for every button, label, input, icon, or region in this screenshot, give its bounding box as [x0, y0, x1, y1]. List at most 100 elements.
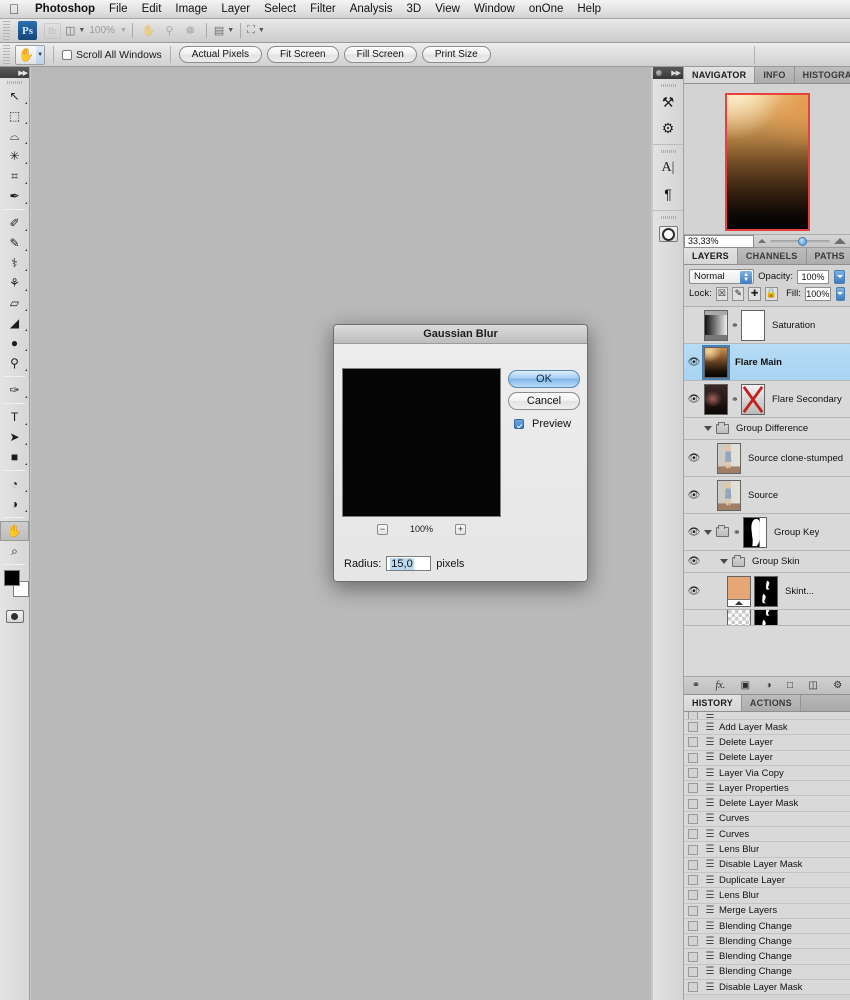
brush-tool[interactable]: ✎ — [0, 233, 29, 253]
layer-row[interactable]: 👁 Skint... — [684, 573, 850, 610]
layer-link-icon[interactable]: ⚭ — [731, 394, 739, 405]
icon-strip-header[interactable]: ▶▶ — [653, 67, 683, 79]
radius-input[interactable]: 15,0 — [386, 556, 432, 571]
tab-paths[interactable]: PATHS — [806, 248, 850, 264]
history-snapshot-checkbox[interactable] — [684, 842, 701, 856]
tab-info[interactable]: INFO — [755, 67, 795, 83]
link-layers-icon[interactable]: ⚭ — [692, 680, 700, 691]
layer-row[interactable]: 👁 Source — [684, 477, 850, 514]
history-item[interactable]: ☰ Add Layer Mask — [684, 720, 850, 736]
menu-view[interactable]: View — [428, 1, 467, 18]
group-disclosure-triangle-icon[interactable] — [704, 426, 712, 431]
history-snapshot-checkbox[interactable] — [684, 781, 701, 795]
bridge-icon[interactable]: Br — [44, 22, 61, 39]
layer-thumbnail[interactable] — [704, 383, 728, 415]
3d-object-rotate-tool[interactable]: ◔ — [0, 474, 29, 494]
eraser-tool[interactable]: ▱ — [0, 293, 29, 313]
history-list[interactable]: ☰ ☰ Add Layer Mask ☰ Delete Layer ☰ Delete Lay… — [684, 712, 850, 996]
appbar-grip[interactable] — [3, 20, 10, 41]
layer-thumbnail[interactable] — [727, 610, 751, 625]
fill-screen-button[interactable]: Fill Screen — [343, 46, 417, 63]
layer-visibility-icon[interactable]: 👁 — [684, 477, 704, 513]
history-item[interactable]: ☰ Curves — [684, 812, 850, 828]
paragraph-panel-icon[interactable]: ¶ — [653, 181, 683, 207]
camera-raw-panel-icon[interactable] — [653, 221, 683, 247]
navigator-preview-area[interactable] — [684, 84, 850, 234]
history-item[interactable]: ☰ Delete Layer — [684, 735, 850, 751]
history-snapshot-checkbox[interactable] — [684, 980, 701, 994]
dodge-tool[interactable]: ⚲ — [0, 353, 29, 373]
layer-group-row[interactable]: 👁 Group Skin — [684, 551, 850, 573]
history-snapshot-checkbox[interactable] — [684, 858, 701, 872]
toolbox-collapse-bar[interactable]: ▶▶ — [0, 67, 29, 78]
fit-screen-button[interactable]: Fit Screen — [267, 46, 339, 63]
history-brush-tool[interactable]: ⚘ — [0, 273, 29, 293]
screen-mode-icon[interactable]: ▤ ▼ — [214, 21, 234, 40]
layer-mask-thumbnail[interactable] — [754, 575, 778, 607]
history-snapshot-checkbox[interactable] — [684, 796, 701, 810]
appbar-zoom-level[interactable]: 100% — [89, 25, 115, 36]
layer-visibility-icon[interactable]: 👁 — [684, 381, 704, 417]
fill-chevron-down-icon[interactable] — [835, 286, 845, 301]
history-item[interactable]: ☰ Disable Layer Mask — [684, 858, 850, 873]
layer-thumbnail[interactable] — [727, 575, 751, 607]
history-item[interactable]: ☰ Curves — [684, 827, 850, 843]
adjustments-panel-icon[interactable]: ⚙ — [653, 115, 683, 141]
layer-row[interactable]: ⚭ Saturation — [684, 307, 850, 344]
layer-mask-thumbnail[interactable] — [754, 610, 778, 625]
navigator-zoom-field[interactable]: 33,33% — [684, 234, 754, 248]
layer-link-icon[interactable]: ⚭ — [733, 527, 741, 538]
history-snapshot-checkbox[interactable] — [684, 904, 701, 918]
preview-zoom-out-button[interactable]: − — [376, 523, 388, 535]
eyedropper-tool[interactable]: ✒ — [0, 186, 29, 206]
optionsbar-grip[interactable] — [3, 44, 10, 65]
icon-group-handle-2[interactable] — [653, 148, 683, 155]
layer-visibility-icon[interactable]: 👁 — [684, 344, 704, 380]
apple-logo-icon[interactable]:  — [6, 1, 22, 18]
history-item[interactable]: ☰ Lens Blur — [684, 888, 850, 904]
color-swatches[interactable] — [0, 568, 29, 602]
masks-panel-icon[interactable]: ⚒ — [653, 89, 683, 115]
view-extras-icon[interactable]: ◫ ▼ — [65, 21, 85, 40]
layer-row[interactable]: 👁 Source clone-stumped — [684, 440, 850, 477]
menu-edit[interactable]: Edit — [135, 1, 169, 18]
ok-button[interactable]: OK — [508, 370, 580, 388]
opacity-field[interactable]: 100% — [797, 269, 829, 284]
history-item[interactable]: ☰ Blending Change — [684, 965, 850, 981]
icon-strip-menu-dot[interactable] — [656, 70, 662, 76]
hand-tool[interactable]: ✋ — [0, 521, 29, 541]
layer-visibility-icon[interactable]: 👁 — [684, 514, 704, 550]
menu-select[interactable]: Select — [257, 1, 303, 18]
hand-icon[interactable]: ✋ — [140, 21, 157, 40]
tab-histogram[interactable]: HISTOGRAM — [794, 67, 850, 83]
marquee-tool[interactable]: ⬚ — [0, 106, 29, 126]
history-item[interactable]: ☰ Layer Via Copy — [684, 766, 850, 782]
group-disclosure-triangle-icon[interactable] — [704, 529, 712, 535]
lock-image-pixels-icon[interactable]: ✎ — [732, 286, 745, 301]
lasso-tool[interactable]: ⌓ — [0, 126, 29, 146]
history-snapshot-checkbox[interactable] — [684, 720, 701, 734]
history-snapshot-checkbox[interactable] — [684, 766, 701, 780]
layer-visibility-icon[interactable] — [684, 307, 704, 343]
menu-analysis[interactable]: Analysis — [343, 1, 400, 18]
blend-mode-chevron-icon[interactable]: ▲ ▼ — [740, 271, 753, 284]
lock-position-icon[interactable]: ✚ — [748, 286, 761, 301]
layer-thumbnail[interactable] — [704, 309, 728, 341]
healing-brush-tool[interactable]: ✐ — [0, 213, 29, 233]
navigator-zoom-slider[interactable] — [754, 236, 850, 246]
layer-thumbnail[interactable] — [704, 346, 728, 378]
gaussian-blur-dialog[interactable]: Gaussian Blur − 100% + Radius: 15,0 pixe… — [333, 324, 588, 582]
history-item[interactable]: ☰ Disable Layer Mask — [684, 980, 850, 996]
preview-checkbox[interactable] — [514, 419, 524, 429]
actual-pixels-button[interactable]: Actual Pixels — [178, 46, 263, 63]
history-snapshot-checkbox[interactable] — [684, 735, 701, 749]
menu-file[interactable]: File — [102, 1, 135, 18]
type-tool[interactable]: T — [0, 407, 29, 427]
history-item[interactable]: ☰ Lens Blur — [684, 842, 850, 858]
layers-list[interactable]: ⚭ Saturation 👁 Flare Main 👁 ⚭ Flare Secondary G… — [684, 306, 850, 676]
character-panel-icon[interactable]: A| — [653, 155, 683, 181]
icon-strip-expand-icon[interactable]: ▶▶ — [671, 69, 681, 77]
menu-window[interactable]: Window — [467, 1, 522, 18]
layer-mask-thumbnail[interactable] — [741, 383, 765, 415]
toolbox-drag-handle[interactable] — [0, 78, 29, 86]
